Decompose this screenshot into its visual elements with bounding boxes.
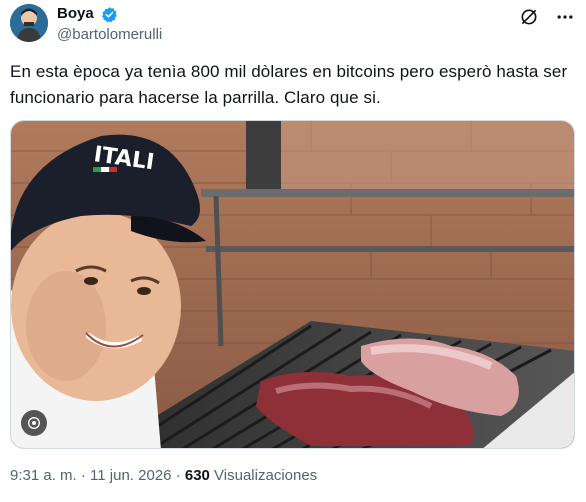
tweet-photo[interactable]: ITALI	[10, 120, 575, 449]
grill-photo: ITALI	[11, 121, 574, 448]
display-name[interactable]: Boya	[57, 5, 94, 23]
tweet-meta: 9:31 a. m. · 11 jun. 2026 · 630 Visualiz…	[10, 466, 317, 486]
meta-separator: ·	[171, 467, 185, 484]
views-count: 630	[184, 467, 210, 484]
views-label: Visualizaciones	[209, 467, 318, 484]
tweet-text: En esta època ya tenìa 800 mil dòlares e…	[10, 62, 568, 107]
tweet-time[interactable]: 9:31 a. m.	[10, 467, 77, 484]
user-handle[interactable]: @bartolomerulli	[57, 25, 162, 45]
tweet-header: Boya @bartolomerulli	[10, 4, 576, 48]
grok-icon[interactable]	[518, 6, 540, 28]
verified-badge-icon	[102, 6, 118, 22]
meta-separator: ·	[76, 467, 91, 484]
tweet-date[interactable]: 11 jun. 2026	[90, 467, 171, 484]
more-options-icon[interactable]	[554, 6, 576, 28]
alt-text-icon[interactable]	[21, 410, 47, 436]
avatar[interactable]	[10, 4, 48, 42]
